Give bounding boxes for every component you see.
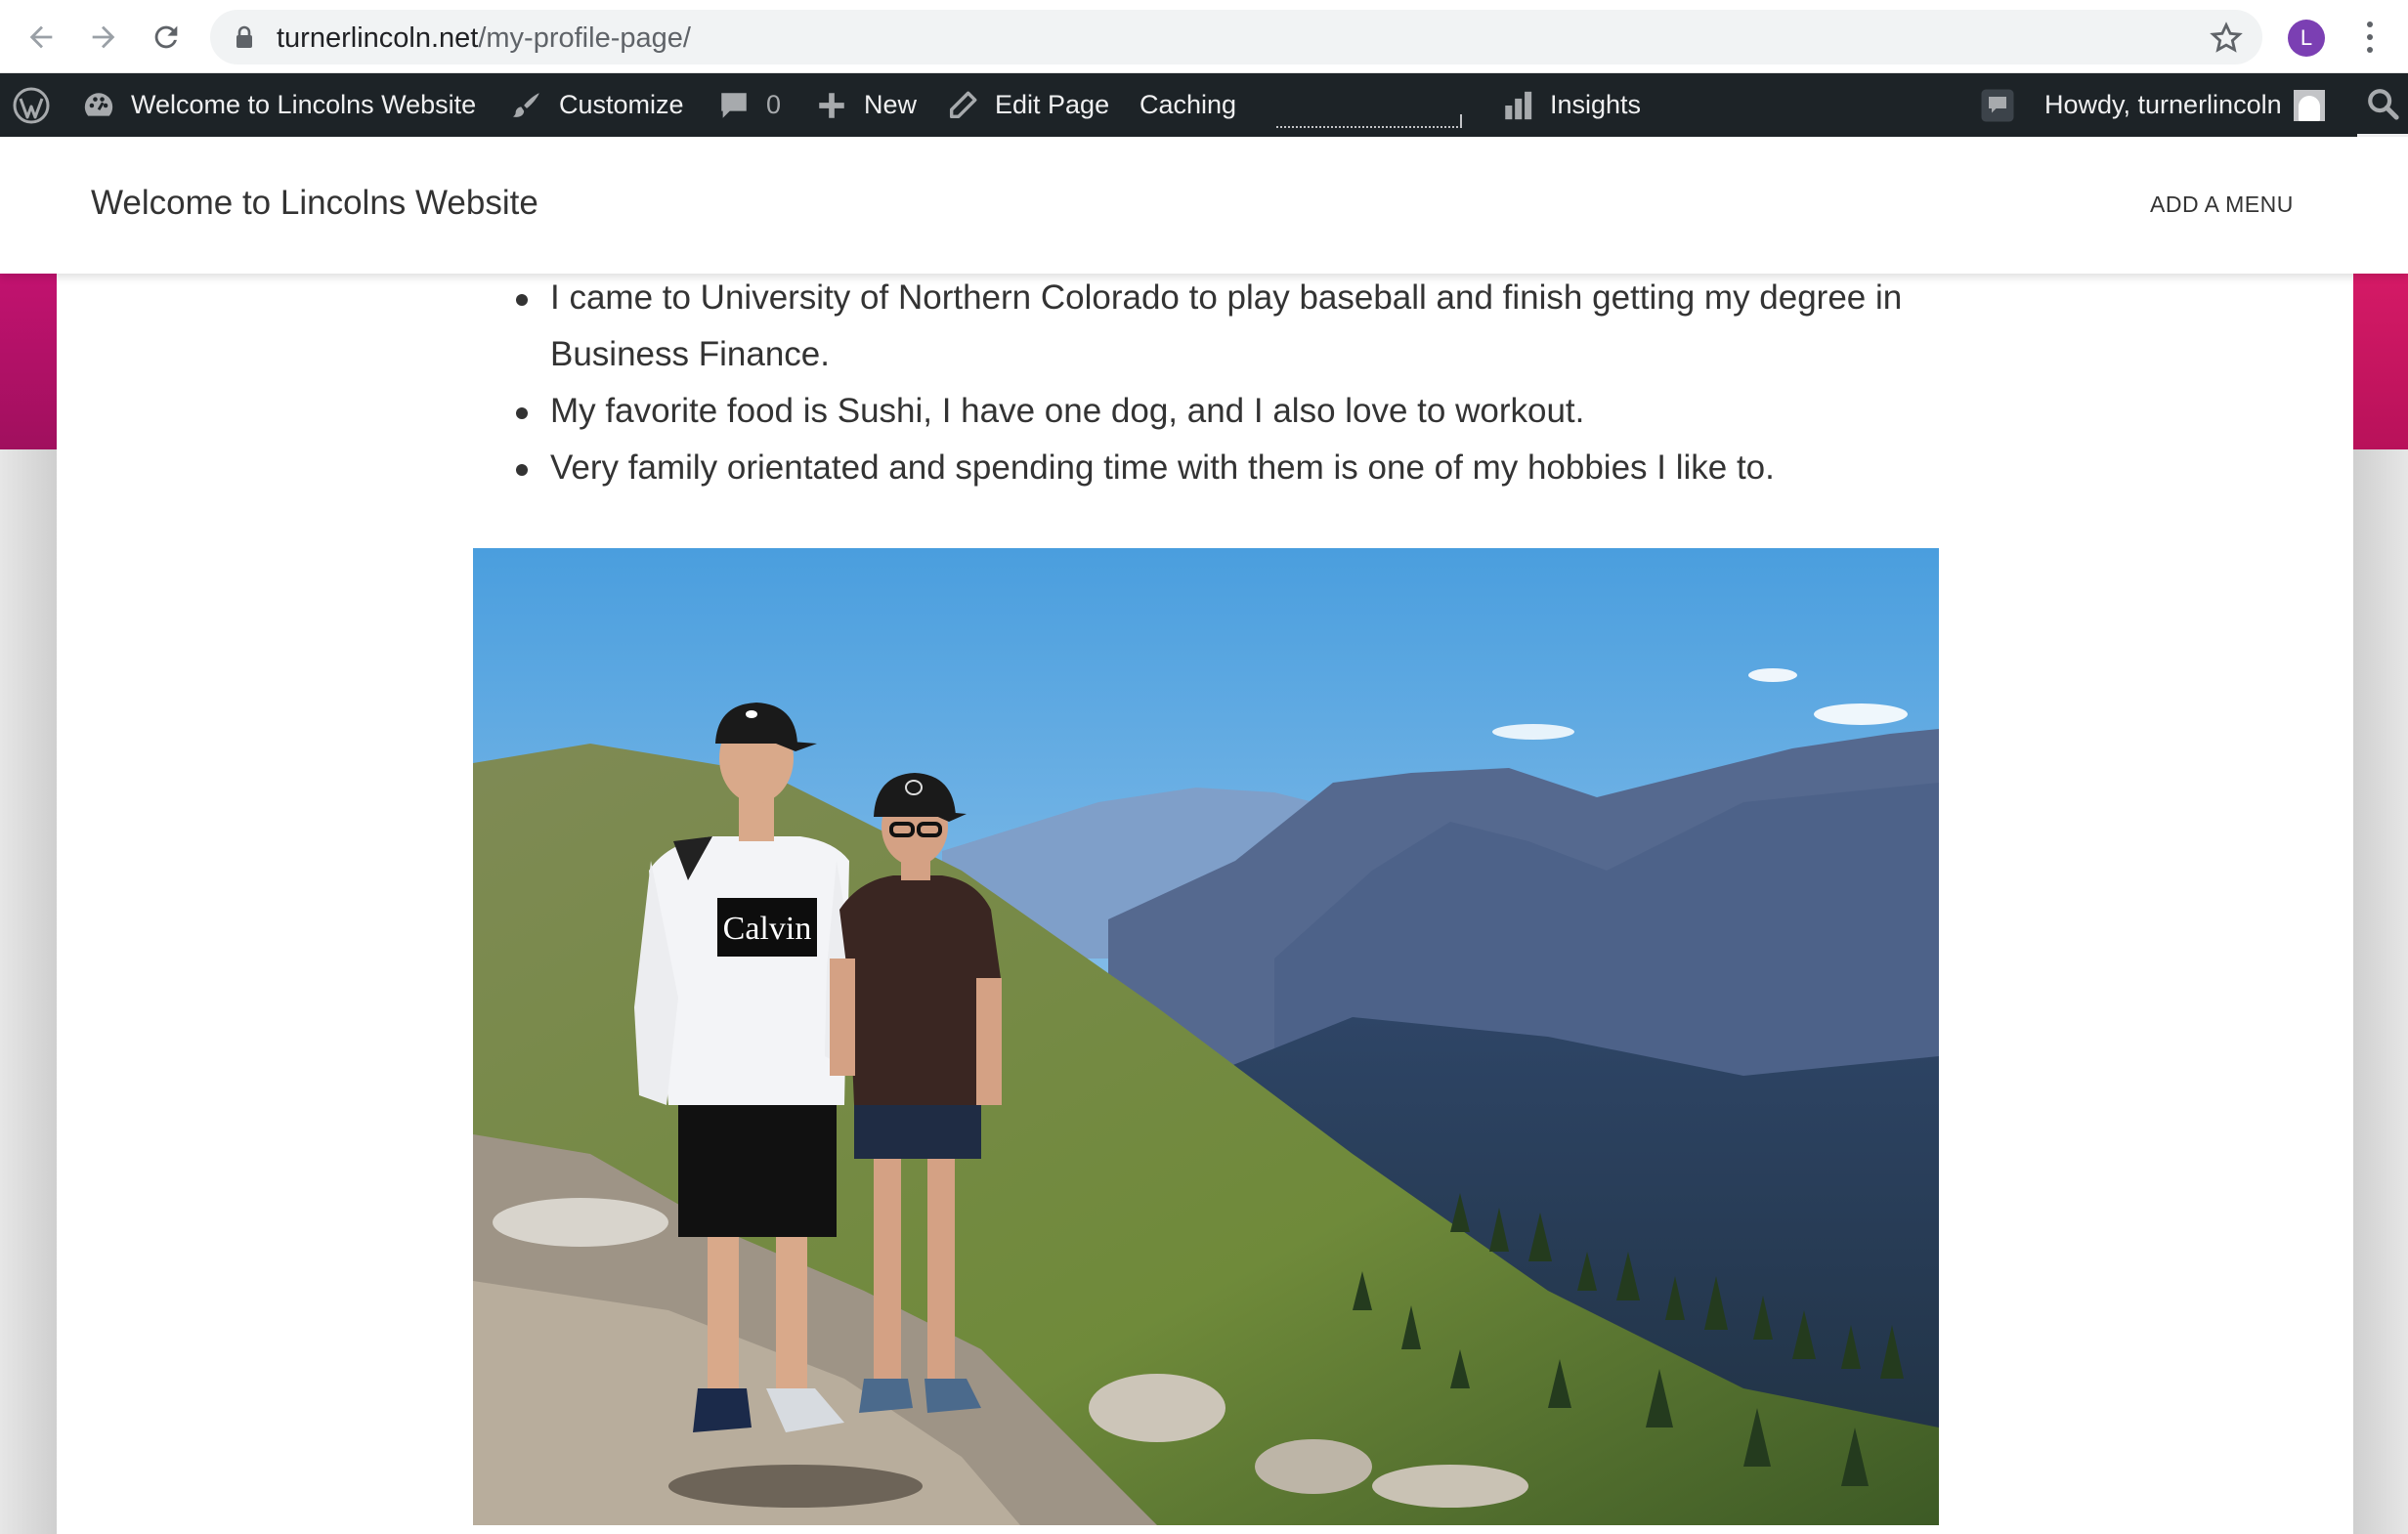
caching-menu[interactable]: Caching	[1140, 73, 1236, 137]
bar-chart-icon	[1505, 91, 1532, 119]
howdy-label: Howdy, turnerlincoln	[2044, 90, 2282, 119]
address-bar[interactable]: turnerlincoln.net/my-profile-page/	[210, 10, 2262, 64]
edit-page-label: Edit Page	[995, 90, 1110, 119]
plus-icon	[819, 92, 844, 118]
background-gray-left	[0, 449, 57, 1534]
reload-icon	[154, 25, 178, 49]
site-name-label: Welcome to Lincolns Website	[131, 90, 477, 119]
lock-icon	[236, 25, 252, 48]
list-item: I came to University of Northern Colorad…	[508, 270, 1935, 383]
wordpress-logo-icon	[13, 87, 50, 123]
list-item: Very family orientated and spending time…	[508, 440, 1935, 496]
admin-bar-sparkline	[1276, 114, 1462, 128]
bookmark-star-icon[interactable]	[2210, 21, 2243, 55]
browser-toolbar: turnerlincoln.net/my-profile-page/ L	[0, 0, 2408, 73]
back-arrow-icon	[29, 25, 53, 49]
customize-link[interactable]: Customize	[510, 73, 684, 137]
comments-count: 0	[766, 90, 782, 119]
site-header: Welcome to Lincolns Website ADD A MENU	[0, 137, 2408, 274]
background-accent-left	[0, 274, 57, 449]
wp-logo-button[interactable]	[12, 73, 51, 137]
profile-bullet-list: I came to University of Northern Colorad…	[508, 270, 1935, 496]
customize-label: Customize	[559, 90, 684, 119]
comment-bubble-icon	[721, 92, 747, 118]
back-button[interactable]	[18, 14, 64, 61]
caching-label: Caching	[1140, 90, 1237, 119]
notifications-button[interactable]	[1980, 73, 2015, 137]
forward-button[interactable]	[80, 14, 127, 61]
profile-avatar[interactable]: L	[2288, 20, 2325, 57]
reload-button[interactable]	[143, 14, 190, 61]
background-accent-right	[2353, 274, 2408, 449]
list-item: My favorite food is Sushi, I have one do…	[508, 383, 1935, 440]
search-icon	[2368, 89, 2399, 120]
insights-label: Insights	[1550, 90, 1642, 119]
user-avatar	[2293, 89, 2325, 121]
account-menu[interactable]: Howdy, turnerlincoln	[2044, 73, 2325, 137]
url-text[interactable]: turnerlincoln.net/my-profile-page/	[277, 22, 691, 55]
url-host: turnerlincoln.net	[277, 22, 479, 54]
paintbrush-icon	[512, 92, 539, 117]
url-path: /my-profile-page/	[478, 22, 691, 54]
add-menu-link[interactable]: ADD A MENU	[2150, 192, 2294, 218]
site-name-menu[interactable]: Welcome to Lincolns Website	[82, 73, 476, 137]
dashboard-gauge-icon	[84, 92, 113, 116]
browser-menu-icon[interactable]	[2355, 18, 2385, 57]
site-title[interactable]: Welcome to Lincolns Website	[91, 184, 538, 223]
wp-admin-bar: Welcome to Lincolns Website Customize 0 …	[0, 73, 2408, 137]
pencil-icon	[949, 91, 977, 118]
insights-link[interactable]: Insights	[1501, 73, 1641, 137]
comments-link[interactable]: 0	[717, 73, 781, 137]
new-label: New	[864, 90, 918, 119]
notification-bubble-icon	[1981, 89, 2014, 121]
background-gray-right	[2353, 449, 2408, 1534]
shirt-logo-text: Calvin	[723, 911, 812, 947]
search-button[interactable]	[2357, 73, 2408, 137]
new-content-menu[interactable]: New	[815, 73, 917, 137]
profile-photo: Calvin	[473, 548, 1939, 1525]
forward-arrow-icon	[92, 25, 115, 49]
edit-page-link[interactable]: Edit Page	[946, 73, 1109, 137]
